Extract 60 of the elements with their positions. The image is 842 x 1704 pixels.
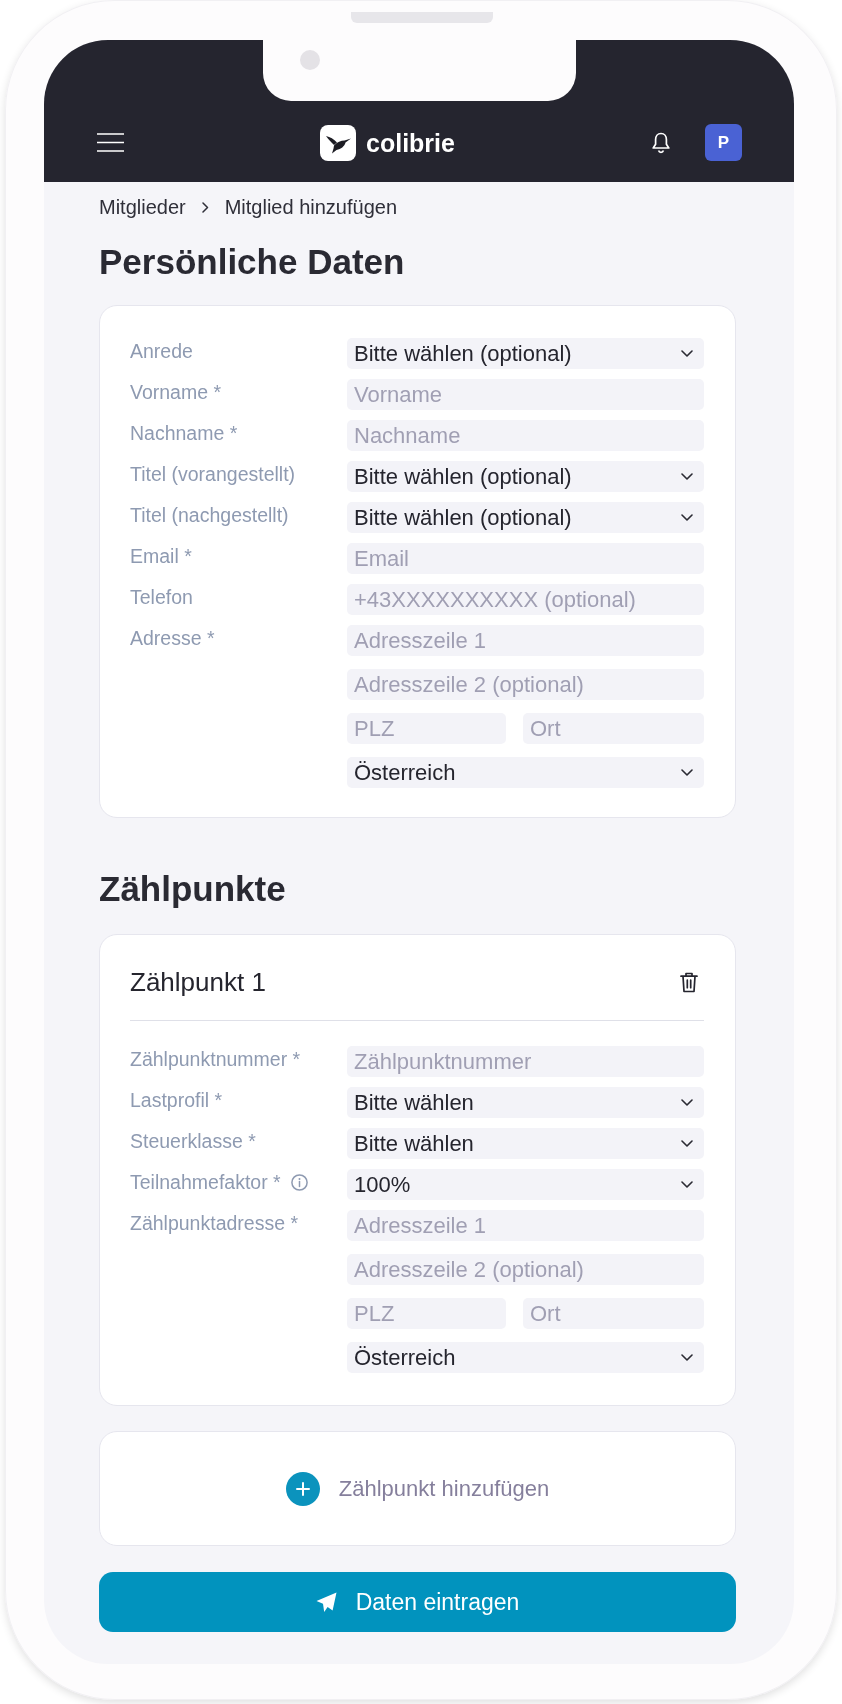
select-field[interactable]: Österreich [347, 1342, 704, 1373]
field-label: Titel (vorangestellt) [130, 462, 296, 486]
field-label: Teilnahmefaktor * [130, 1170, 281, 1194]
send-icon [315, 1591, 337, 1613]
select-field[interactable]: Bitte wählen (optional) [347, 502, 704, 533]
plus-circle-icon [285, 1471, 320, 1506]
field-label: Steuerklasse * [130, 1129, 256, 1153]
select-field[interactable]: Bitte wählen (optional) [347, 338, 704, 369]
select-field[interactable]: Bitte wählen [347, 1087, 704, 1118]
bird-logo-icon[interactable] [320, 124, 357, 161]
field-label: Nachname * [130, 421, 238, 445]
text-field[interactable]: Ort [523, 1298, 704, 1329]
text-field[interactable]: Nachname [347, 420, 704, 451]
field-label: Vorname * [130, 380, 222, 404]
field-label: Adresse * [130, 626, 215, 650]
text-field[interactable]: Zählpunktnummer [347, 1046, 704, 1077]
field-label: Telefon [130, 585, 193, 609]
chevron-down-icon [681, 1181, 693, 1188]
select-field[interactable]: 100% [347, 1169, 704, 1200]
select-field[interactable]: Österreich [347, 757, 704, 788]
field-label: Anrede [130, 339, 193, 363]
chevron-down-icon [681, 514, 693, 521]
section-title: Zählpunkte [99, 868, 287, 910]
field-label: Zählpunktadresse * [130, 1211, 299, 1235]
chevron-down-icon [681, 1354, 693, 1361]
trash-icon[interactable] [680, 971, 698, 993]
text-field[interactable]: +43XXXXXXXXXX (optional) [347, 584, 704, 615]
notification-bell-icon[interactable] [651, 131, 671, 154]
text-field[interactable]: Vorname [347, 379, 704, 410]
select-field[interactable]: Bitte wählen [347, 1128, 704, 1159]
brand-name: colibrie [366, 127, 455, 158]
breadcrumb-current: Mitglied hinzufügen [224, 195, 398, 219]
card-title: Zählpunkt 1 [130, 966, 266, 998]
text-field[interactable]: Email [347, 543, 704, 574]
chevron-down-icon [681, 1099, 693, 1106]
text-field[interactable]: Adresszeile 2 (optional) [347, 669, 704, 700]
camera-dot-icon [300, 50, 320, 70]
text-field[interactable]: Adresszeile 2 (optional) [347, 1254, 704, 1285]
field-label: Lastprofil * [130, 1088, 223, 1112]
breadcrumb-link[interactable]: Mitglieder [99, 195, 186, 219]
submit-button[interactable]: Daten eintragen [99, 1572, 736, 1632]
add-meter-button[interactable]: Zählpunkt hinzufügen [99, 1431, 736, 1546]
chevron-right-icon [201, 201, 209, 213]
chevron-down-icon [681, 769, 693, 776]
field-label: Zählpunktnummer * [130, 1047, 301, 1071]
chevron-down-icon [681, 350, 693, 357]
section-title: Persönliche Daten [99, 241, 406, 283]
info-icon[interactable] [290, 1173, 308, 1191]
text-field[interactable]: Ort [523, 713, 704, 744]
text-field[interactable]: PLZ [347, 713, 506, 744]
field-label: Titel (nachgestellt) [130, 503, 289, 527]
field-label: Email * [130, 544, 192, 568]
text-field[interactable]: Adresszeile 1 [347, 625, 704, 656]
avatar-button[interactable]: P [705, 124, 742, 161]
select-field[interactable]: Bitte wählen (optional) [347, 461, 704, 492]
chevron-down-icon [681, 473, 693, 480]
text-field[interactable]: PLZ [347, 1298, 506, 1329]
chevron-down-icon [681, 1140, 693, 1147]
menu-icon[interactable] [97, 133, 124, 152]
text-field[interactable]: Adresszeile 1 [347, 1210, 704, 1241]
